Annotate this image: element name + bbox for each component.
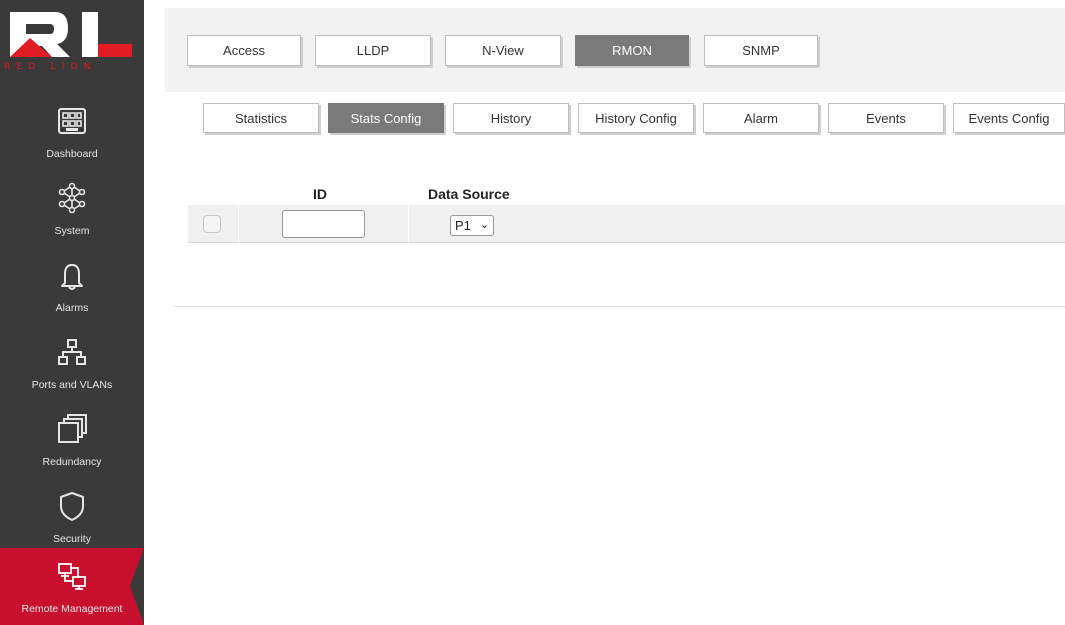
sidebar-item-label: Remote Management	[21, 603, 123, 615]
sidebar-item-label: Dashboard	[46, 148, 98, 160]
data-source-select[interactable]: P1 ⌄	[450, 215, 494, 236]
row-select-checkbox[interactable]	[203, 215, 221, 233]
sidebar-item-label: Ports and VLANs	[31, 379, 113, 391]
dashboard-icon	[58, 108, 86, 134]
shield-icon	[60, 492, 84, 521]
red-lion-logo: RED LION	[0, 0, 144, 90]
subtab-events-config[interactable]: Events Config	[953, 103, 1065, 133]
sidebar: RED LION Dashboard System Alarms Ports a…	[0, 0, 144, 625]
column-divider	[238, 205, 239, 243]
sidebar-item-label: Alarms	[55, 302, 89, 314]
subtab-events[interactable]: Events	[828, 103, 944, 133]
remote-computers-icon	[58, 563, 86, 590]
rl-logo-icon	[10, 12, 132, 57]
sidebar-item-label: System	[54, 225, 90, 237]
sidebar-item-dashboard[interactable]: Dashboard	[0, 93, 144, 170]
sidebar-item-alarms[interactable]: Alarms	[0, 247, 144, 324]
column-divider	[408, 205, 409, 243]
tab-n-view[interactable]: N-View	[445, 35, 561, 66]
column-header-data-source: Data Source	[428, 186, 510, 202]
stacked-windows-icon	[58, 414, 87, 443]
tab-lldp[interactable]: LLDP	[315, 35, 431, 66]
sidebar-item-redundancy[interactable]: Redundancy	[0, 401, 144, 478]
sidebar-item-remote-management[interactable]: Remote Management	[0, 548, 144, 625]
tab-snmp[interactable]: SNMP	[704, 35, 818, 66]
sidebar-item-label: Security	[53, 533, 91, 545]
bell-icon	[61, 264, 83, 290]
chevron-down-icon: ⌄	[479, 219, 489, 231]
subtab-history-config[interactable]: History Config	[578, 103, 694, 133]
subtab-history[interactable]: History	[453, 103, 569, 133]
column-header-id: ID	[313, 186, 327, 202]
sidebar-item-label: Redundancy	[42, 456, 102, 468]
subtab-statistics[interactable]: Statistics	[203, 103, 319, 133]
sidebar-item-ports-and-vlans[interactable]: Ports and VLANs	[0, 324, 144, 401]
subtab-stats-config[interactable]: Stats Config	[328, 103, 444, 133]
subtab-alarm[interactable]: Alarm	[703, 103, 819, 133]
network-topology-icon	[58, 339, 86, 365]
tab-access[interactable]: Access	[187, 35, 301, 66]
section-divider	[173, 306, 1065, 307]
tab-rmon[interactable]: RMON	[575, 35, 689, 66]
sidebar-item-system[interactable]: System	[0, 170, 144, 247]
sidebar-item-security[interactable]: Security	[0, 478, 144, 555]
id-input[interactable]	[282, 210, 365, 238]
data-source-value: P1	[455, 218, 471, 233]
brand-name: RED LION	[4, 62, 97, 72]
system-network-icon	[58, 182, 86, 214]
